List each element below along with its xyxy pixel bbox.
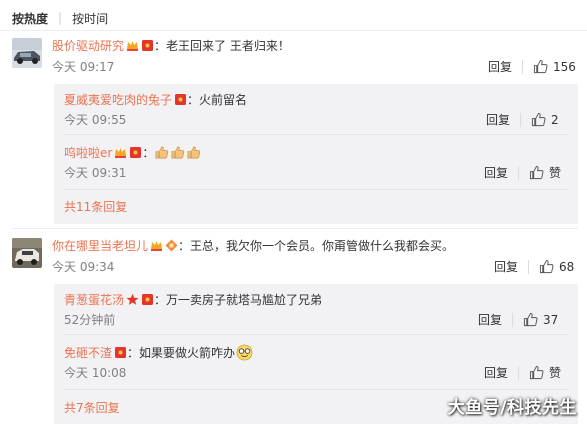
comment-meta: 今天 09:17 xyxy=(52,58,114,74)
thumbs-up-emoji-icon xyxy=(186,145,201,160)
red-envelope-icon xyxy=(129,146,142,159)
comment-username[interactable]: 你在哪里当老坦儿 xyxy=(52,237,148,254)
reply-username[interactable]: 呜啦啦er xyxy=(64,144,112,161)
vip-crown-icon xyxy=(150,239,163,252)
thumbs-up-emoji-icon xyxy=(170,145,185,160)
reply-button[interactable]: 回复 xyxy=(478,311,512,328)
like-icon[interactable] xyxy=(529,165,544,180)
red-envelope-icon xyxy=(141,293,154,306)
reply-divider xyxy=(64,189,568,190)
reply-divider xyxy=(64,334,568,335)
reply-line: 夏威夷爱吃肉的兔子 ：火前留名 xyxy=(64,90,247,108)
like-count[interactable]: 156 xyxy=(553,60,576,74)
red-envelope-icon xyxy=(114,346,127,359)
medal-diamond-icon xyxy=(165,239,178,252)
action-separator xyxy=(518,165,520,180)
more-replies-link[interactable]: 共7条回复 xyxy=(64,399,120,416)
reply-button[interactable]: 回复 xyxy=(486,111,520,128)
reply-divider xyxy=(64,134,568,135)
reply-meta: 今天 09:31 xyxy=(64,164,126,180)
reply-actions: 回复 赞 xyxy=(484,364,561,381)
reply-line: 呜啦啦er ： xyxy=(64,143,202,161)
like-icon[interactable] xyxy=(523,312,538,327)
avatar[interactable] xyxy=(12,238,42,268)
reply-text: ：万一卖房子就塔马尴尬了兄弟 xyxy=(154,292,323,307)
vip-crown-icon xyxy=(126,39,139,52)
like-label[interactable]: 赞 xyxy=(549,364,561,381)
reply-actions: 回复 赞 xyxy=(484,164,561,181)
like-count[interactable]: 37 xyxy=(543,313,558,327)
reply-time: 今天 10:08 xyxy=(64,365,127,380)
like-icon[interactable] xyxy=(539,259,554,274)
comment-text: ：王总，我欠你一个会员。你甭管做什么我都会买。 xyxy=(178,238,455,253)
reply-button[interactable]: 回复 xyxy=(484,364,518,381)
action-separator xyxy=(512,312,514,327)
red-envelope-icon xyxy=(174,93,187,106)
like-icon[interactable] xyxy=(533,59,548,74)
comment-time: 今天 09:34 xyxy=(52,259,115,274)
reply-username[interactable]: 夏威夷爱吃肉的兔子 xyxy=(64,91,172,108)
reply-divider xyxy=(64,389,568,390)
avatar[interactable] xyxy=(12,38,42,68)
reply-actions: 回复 37 xyxy=(478,311,558,328)
like-label[interactable]: 赞 xyxy=(549,164,561,181)
reply-username[interactable]: 免砸不渣 xyxy=(64,344,112,361)
red-envelope-icon xyxy=(141,39,154,52)
comment-text: ：老王回来了 王者归来！ xyxy=(154,38,290,53)
like-count[interactable]: 2 xyxy=(551,113,559,127)
action-separator xyxy=(520,112,522,127)
car-photo-avatar-icon xyxy=(12,238,42,268)
reply-text: ： xyxy=(142,145,155,160)
reply-line: 免砸不渣 ：如果要做火箭咋办 xyxy=(64,343,253,361)
watermark-text: 大鱼号/科技先生 xyxy=(447,398,577,418)
red-star-icon xyxy=(126,293,139,306)
reply-text: ：如果要做火箭咋办 xyxy=(127,345,236,360)
reply-text: ：火前留名 xyxy=(187,92,248,107)
reply-time: 今天 09:55 xyxy=(64,112,127,127)
glasses-smile-emoji-icon xyxy=(236,344,253,361)
comment-time: 今天 09:17 xyxy=(52,59,115,74)
reply-button[interactable]: 回复 xyxy=(484,164,518,181)
comment-username[interactable]: 股价驱动研究 xyxy=(52,37,124,54)
reply-meta: 今天 10:08 xyxy=(64,364,126,380)
thumbs-up-emoji-icon xyxy=(154,145,169,160)
sort-bar: 按热度 | 按时间 xyxy=(12,9,108,27)
comment-line: 股价驱动研究 ：老王回来了 王者归来！ xyxy=(52,36,290,54)
sort-bar-divider xyxy=(0,30,587,31)
reply-username[interactable]: 青葱蛋花汤 xyxy=(64,291,124,308)
reply-line: 青葱蛋花汤 ：万一卖房子就塔马尴尬了兄弟 xyxy=(64,290,322,308)
reply-time: 今天 09:31 xyxy=(64,165,127,180)
reply-meta: 52分钟前 xyxy=(64,311,115,327)
action-separator xyxy=(522,59,524,74)
reply-actions: 回复 2 xyxy=(486,111,559,128)
car-photo-avatar-icon xyxy=(12,38,42,68)
comment-line: 你在哪里当老坦儿 ：王总，我欠你一个会员。你甭管做什么我都会买。 xyxy=(52,236,454,254)
reply-time: 52分钟前 xyxy=(64,312,116,327)
comment-divider xyxy=(12,228,578,229)
like-icon[interactable] xyxy=(529,365,544,380)
like-icon[interactable] xyxy=(531,112,546,127)
comment-meta: 今天 09:34 xyxy=(52,258,114,274)
reply-button[interactable]: 回复 xyxy=(488,58,522,75)
vip-crown-icon xyxy=(114,146,127,159)
comment-actions: 回复 156 xyxy=(488,58,576,75)
comment-actions: 回复 68 xyxy=(494,258,574,275)
action-separator xyxy=(528,259,530,274)
action-separator xyxy=(518,365,520,380)
more-replies-link[interactable]: 共11条回复 xyxy=(64,198,127,215)
reply-meta: 今天 09:55 xyxy=(64,111,126,127)
sort-by-time-tab[interactable]: 按时间 xyxy=(72,10,108,27)
like-count[interactable]: 68 xyxy=(559,260,574,274)
sort-separator: | xyxy=(58,11,63,25)
reply-button[interactable]: 回复 xyxy=(494,258,528,275)
sort-by-hot-tab[interactable]: 按热度 xyxy=(12,10,48,27)
